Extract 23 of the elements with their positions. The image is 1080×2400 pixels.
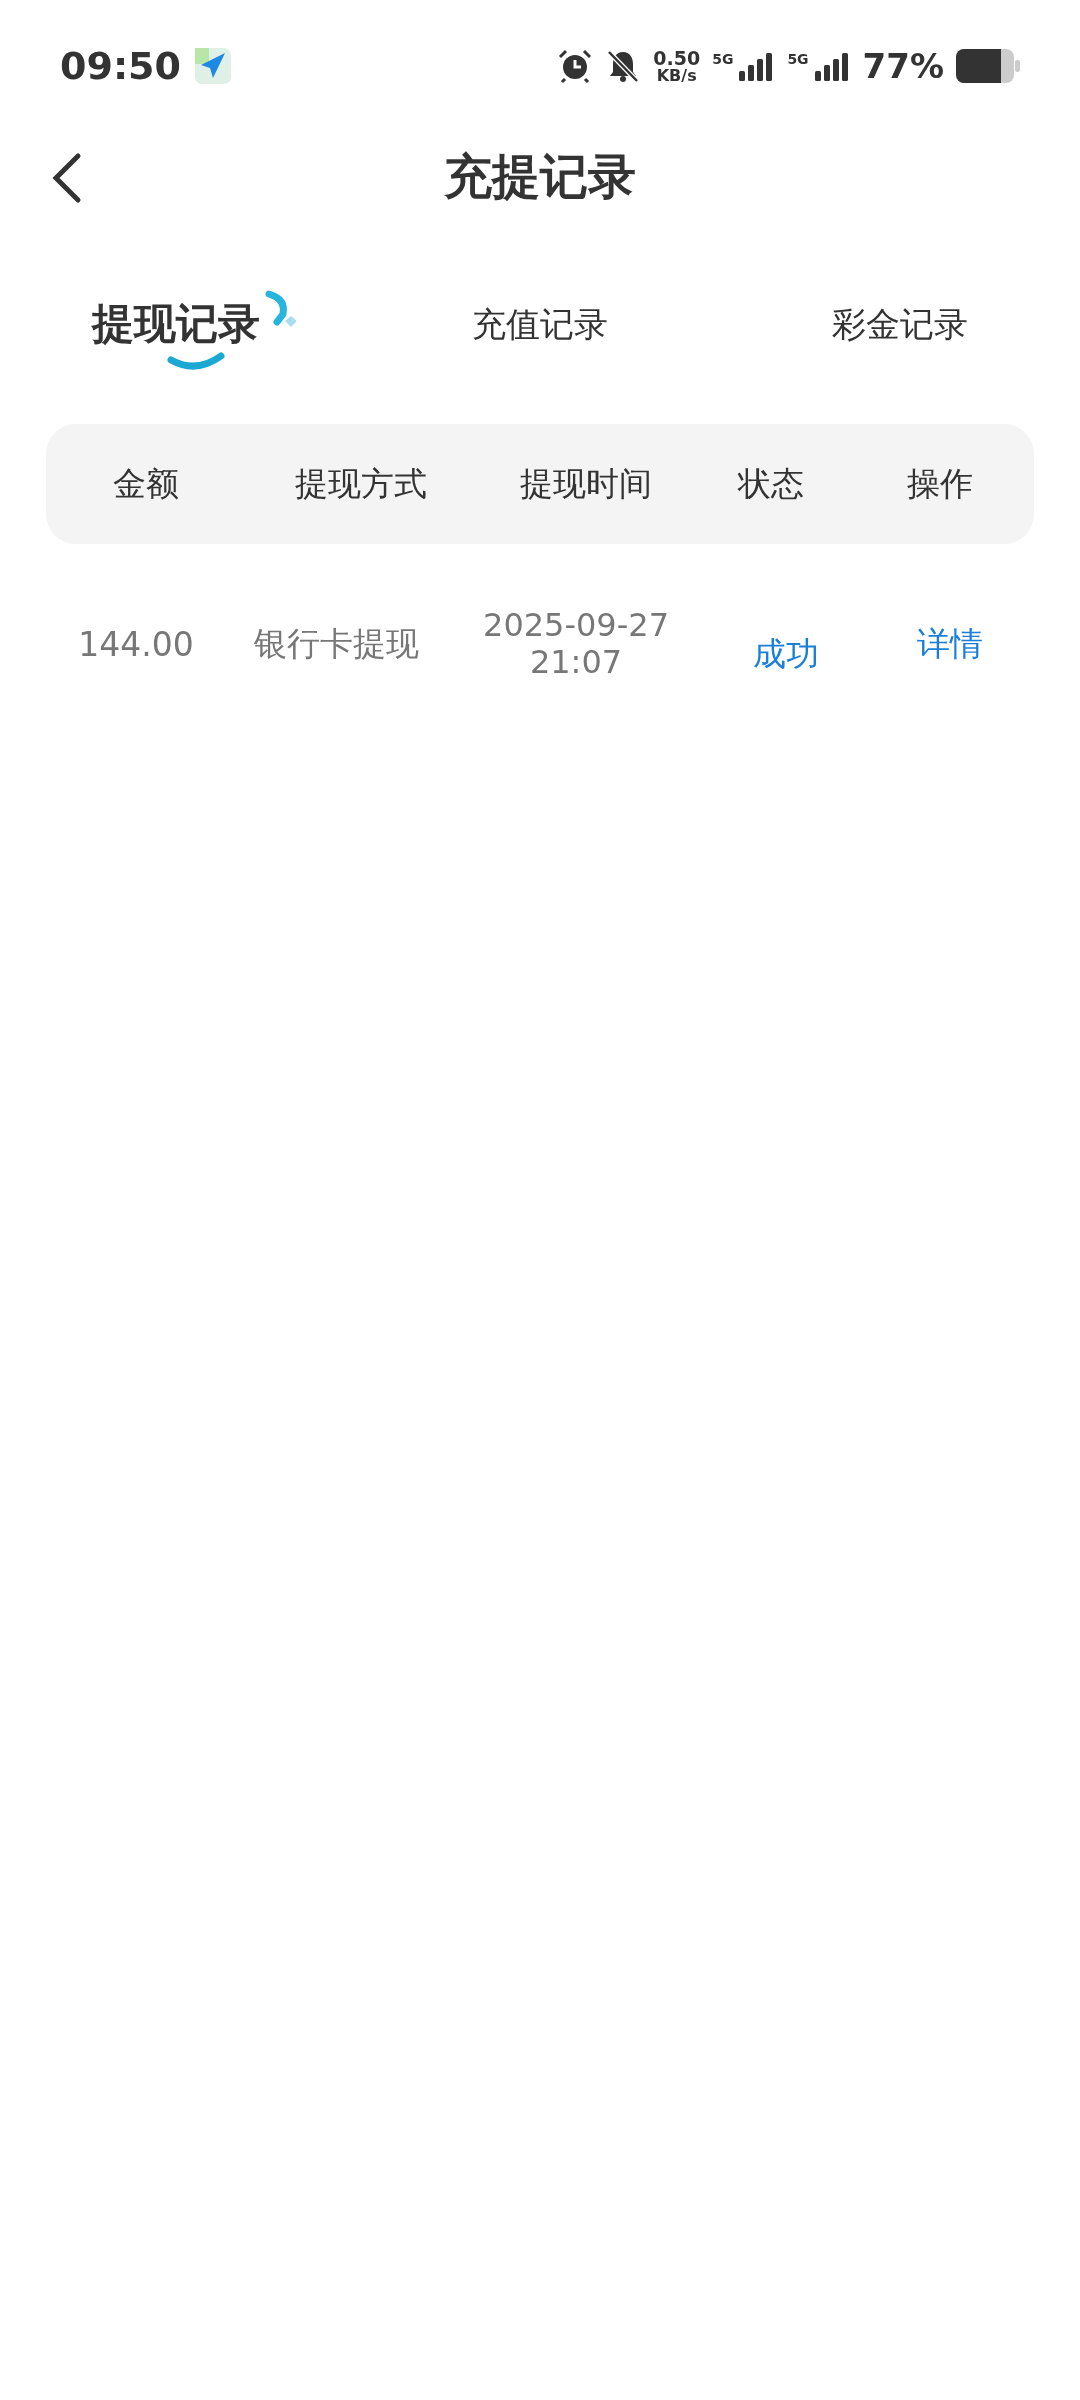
tab[interactable]: 充值记录 (472, 292, 608, 358)
status-text: 成功 (752, 632, 820, 675)
network-type: 5G (712, 51, 734, 67)
battery-icon (956, 49, 1020, 83)
column-header: 金额 (113, 462, 179, 505)
clock-time: 09:50 (60, 44, 181, 88)
column-header: 提现方式 (295, 462, 427, 505)
network-speed: 0.50 (653, 48, 701, 68)
alarm-icon (557, 48, 594, 84)
table-cell-text: 2025-09-27 21:07 (482, 607, 670, 681)
page-title: 充提记录 (444, 147, 636, 206)
column-header: 提现时间 (520, 462, 652, 505)
details-link[interactable]: 详情 (917, 621, 983, 667)
network-type: 5G (787, 51, 809, 67)
battery-percent: 77% (862, 46, 944, 86)
column-header: 状态 (738, 462, 804, 505)
paper-plane-icon (194, 48, 231, 84)
table-cell-text: 银行卡提现 (253, 622, 419, 665)
tab[interactable]: 彩金记录 (832, 292, 968, 358)
column-header: 操作 (907, 462, 973, 505)
tab[interactable]: 提现记录 (92, 272, 296, 378)
speed-unit: KB/s (656, 67, 697, 84)
table-cell: 144.00 (78, 624, 194, 664)
